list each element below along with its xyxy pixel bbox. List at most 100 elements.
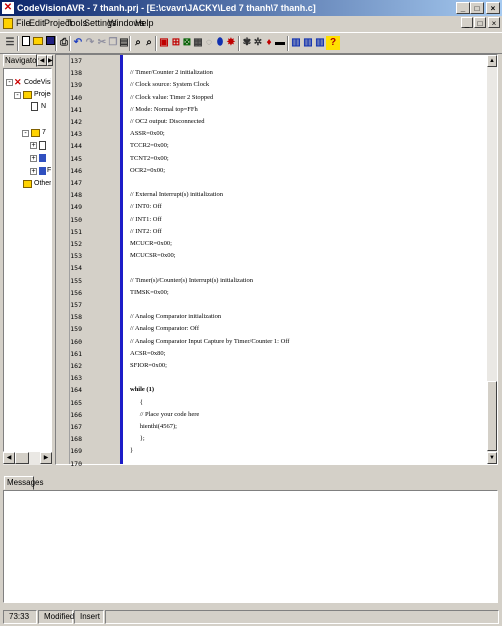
tree-item-7[interactable]: 7	[42, 128, 46, 137]
code-line[interactable]: // INT2: Off	[130, 226, 162, 238]
terminal-icon[interactable]: ▬	[273, 36, 287, 50]
line-number: 149	[70, 203, 82, 212]
minimize-button[interactable]: _	[456, 2, 470, 14]
tree-item-codevision[interactable]: CodeVisio	[24, 78, 51, 87]
scroll-left-button[interactable]: ◀	[3, 452, 15, 464]
code-line[interactable]: // INT0: Off	[130, 201, 162, 213]
menu-edit[interactable]: Edit	[29, 18, 45, 28]
line-number: 152	[70, 240, 82, 248]
code-line[interactable]: // Analog Comparator: Off	[130, 323, 199, 335]
maximize-button[interactable]: □	[470, 2, 484, 14]
arrange-icon[interactable]: ▥	[313, 36, 327, 50]
toolbar: ☰ ⎙ ↶ ↷ ✂ ❐ ▤ ⌕ ⌕ ▣ ⊞ ⊠ ▦ ◌ ⬮ ✸ ✾ ✲ ♦ ▬ …	[0, 32, 502, 54]
line-number: 168	[70, 435, 82, 444]
code-line[interactable]: // Mode: Normal top=FFh	[130, 104, 198, 116]
line-number: 162	[70, 362, 82, 370]
code-line[interactable]: SFIOR=0x00;	[130, 360, 167, 372]
file-icon	[39, 141, 46, 150]
line-number: 156	[70, 288, 82, 297]
stop-icon[interactable]: ✸	[224, 36, 238, 50]
scroll-right-button[interactable]: ▶	[40, 452, 52, 464]
tree-expander[interactable]: -	[22, 130, 29, 137]
line-number: 141	[70, 105, 82, 114]
window-title: CodeVisionAVR - 7 thanh.prj - [E:\cvavr\…	[17, 3, 316, 13]
tree-expander[interactable]: +	[30, 142, 37, 149]
scroll-up-button[interactable]: ▲	[487, 55, 497, 67]
editor-vertical-scrollbar[interactable]: ▲ ▼	[487, 55, 497, 464]
tree-item-file[interactable]: N	[41, 102, 46, 111]
line-number: 157	[70, 301, 82, 309]
code-line[interactable]: MCUCR=0x00;	[130, 238, 172, 250]
line-number: 154	[70, 264, 82, 273]
function-icon	[39, 167, 46, 175]
code-line[interactable]: hienthi(4567);	[130, 421, 177, 433]
code-line[interactable]: ACSR=0x80;	[130, 348, 165, 360]
navigator-horizontal-scrollbar[interactable]: ◀ ▶	[3, 452, 52, 465]
code-line[interactable]: TCCR2=0x00;	[130, 140, 169, 152]
code-line[interactable]: // Timer(s)/Counter(s) Interrupt(s) init…	[130, 275, 253, 287]
navigator-tab[interactable]: Navigator	[3, 54, 39, 67]
line-number: 165	[70, 398, 82, 407]
tree-expander[interactable]: -	[14, 92, 21, 99]
file-icon	[31, 102, 38, 111]
line-number: 143	[70, 130, 82, 139]
tree-item-f[interactable]: F	[47, 166, 51, 175]
line-number: 138	[70, 69, 82, 78]
code-line[interactable]: // Timer/Counter 2 initialization	[130, 67, 213, 79]
line-number: 163	[70, 374, 82, 383]
line-number: 158	[70, 313, 82, 322]
messages-panel	[3, 490, 498, 603]
scroll-thumb[interactable]	[487, 381, 497, 451]
tree-expander[interactable]: +	[30, 155, 37, 162]
navigator-tree: - ✕ CodeVisio - Project N - 7 + + + F Ot…	[3, 68, 52, 452]
cursor-position: 73:33	[3, 610, 37, 624]
code-line[interactable]: // INT1: Off	[130, 214, 162, 226]
tab-scroll-right-button[interactable]: ▶	[47, 55, 53, 66]
line-number: 139	[70, 81, 82, 90]
code-line[interactable]: TCNT2=0x00;	[130, 153, 169, 165]
scroll-thumb[interactable]	[15, 452, 29, 464]
tree-expander[interactable]: +	[30, 168, 37, 175]
code-line[interactable]: MCUCSR=0x00;	[130, 250, 176, 262]
line-number: 145	[70, 154, 82, 163]
navigator-panel: Navigator ◀ ▶ - ✕ CodeVisio - Project N …	[3, 54, 53, 465]
status-message	[105, 610, 499, 624]
line-number: 137	[70, 57, 82, 65]
folder-icon	[23, 91, 32, 99]
line-number: 161	[70, 349, 82, 358]
code-line[interactable]: {	[130, 397, 143, 409]
code-line[interactable]: ASSR=0x00;	[130, 128, 165, 140]
code-line[interactable]: TIMSK=0x00;	[130, 287, 169, 299]
mdi-restore-button[interactable]: □	[474, 17, 486, 28]
line-number: 153	[70, 252, 82, 261]
document-icon[interactable]	[3, 18, 13, 29]
tab-scroll-left-button[interactable]: ◀	[37, 55, 47, 66]
code-line[interactable]: // Clock value: Timer 2 Stopped	[130, 92, 213, 104]
code-line[interactable]: };	[130, 433, 145, 445]
tree-item-project[interactable]: Project	[34, 90, 51, 99]
line-number: 147	[70, 179, 82, 187]
code-line[interactable]: // Place your code here	[130, 409, 200, 421]
replace-icon[interactable]: ⌕	[142, 36, 156, 50]
code-editor[interactable]: 137 138 139 140 141 142 143 144 145 146 147 148 149 1…	[55, 54, 498, 468]
line-number: 150	[70, 215, 82, 224]
code-line[interactable]: // OC2 output: Disconnected	[130, 116, 205, 128]
menu-help[interactable]: Help	[135, 18, 154, 28]
tree-item-other[interactable]: Other	[34, 179, 51, 188]
code-line[interactable]: while (1)	[130, 384, 154, 396]
code-line[interactable]: // External Interrupt(s) initialization	[130, 189, 223, 201]
close-button[interactable]: ×	[486, 2, 500, 14]
line-number: 160	[70, 337, 82, 346]
help-icon[interactable]: ?	[326, 36, 340, 50]
code-line[interactable]: OCR2=0x00;	[130, 165, 165, 177]
code-line[interactable]: // Analog Comparator Input Capture by Ti…	[130, 336, 289, 348]
tree-expander[interactable]: -	[6, 79, 13, 86]
scroll-down-button[interactable]: ▼	[487, 452, 497, 464]
code-line[interactable]: // Analog Comparator initialization	[130, 311, 221, 323]
mdi-close-button[interactable]: ×	[488, 17, 500, 28]
project-icon[interactable]: ☰	[3, 36, 17, 50]
code-line[interactable]: // Clock source: System Clock	[130, 79, 209, 91]
code-line[interactable]: }	[130, 445, 133, 457]
messages-tab[interactable]: Messages	[4, 476, 43, 490]
mdi-minimize-button[interactable]: _	[461, 17, 473, 28]
